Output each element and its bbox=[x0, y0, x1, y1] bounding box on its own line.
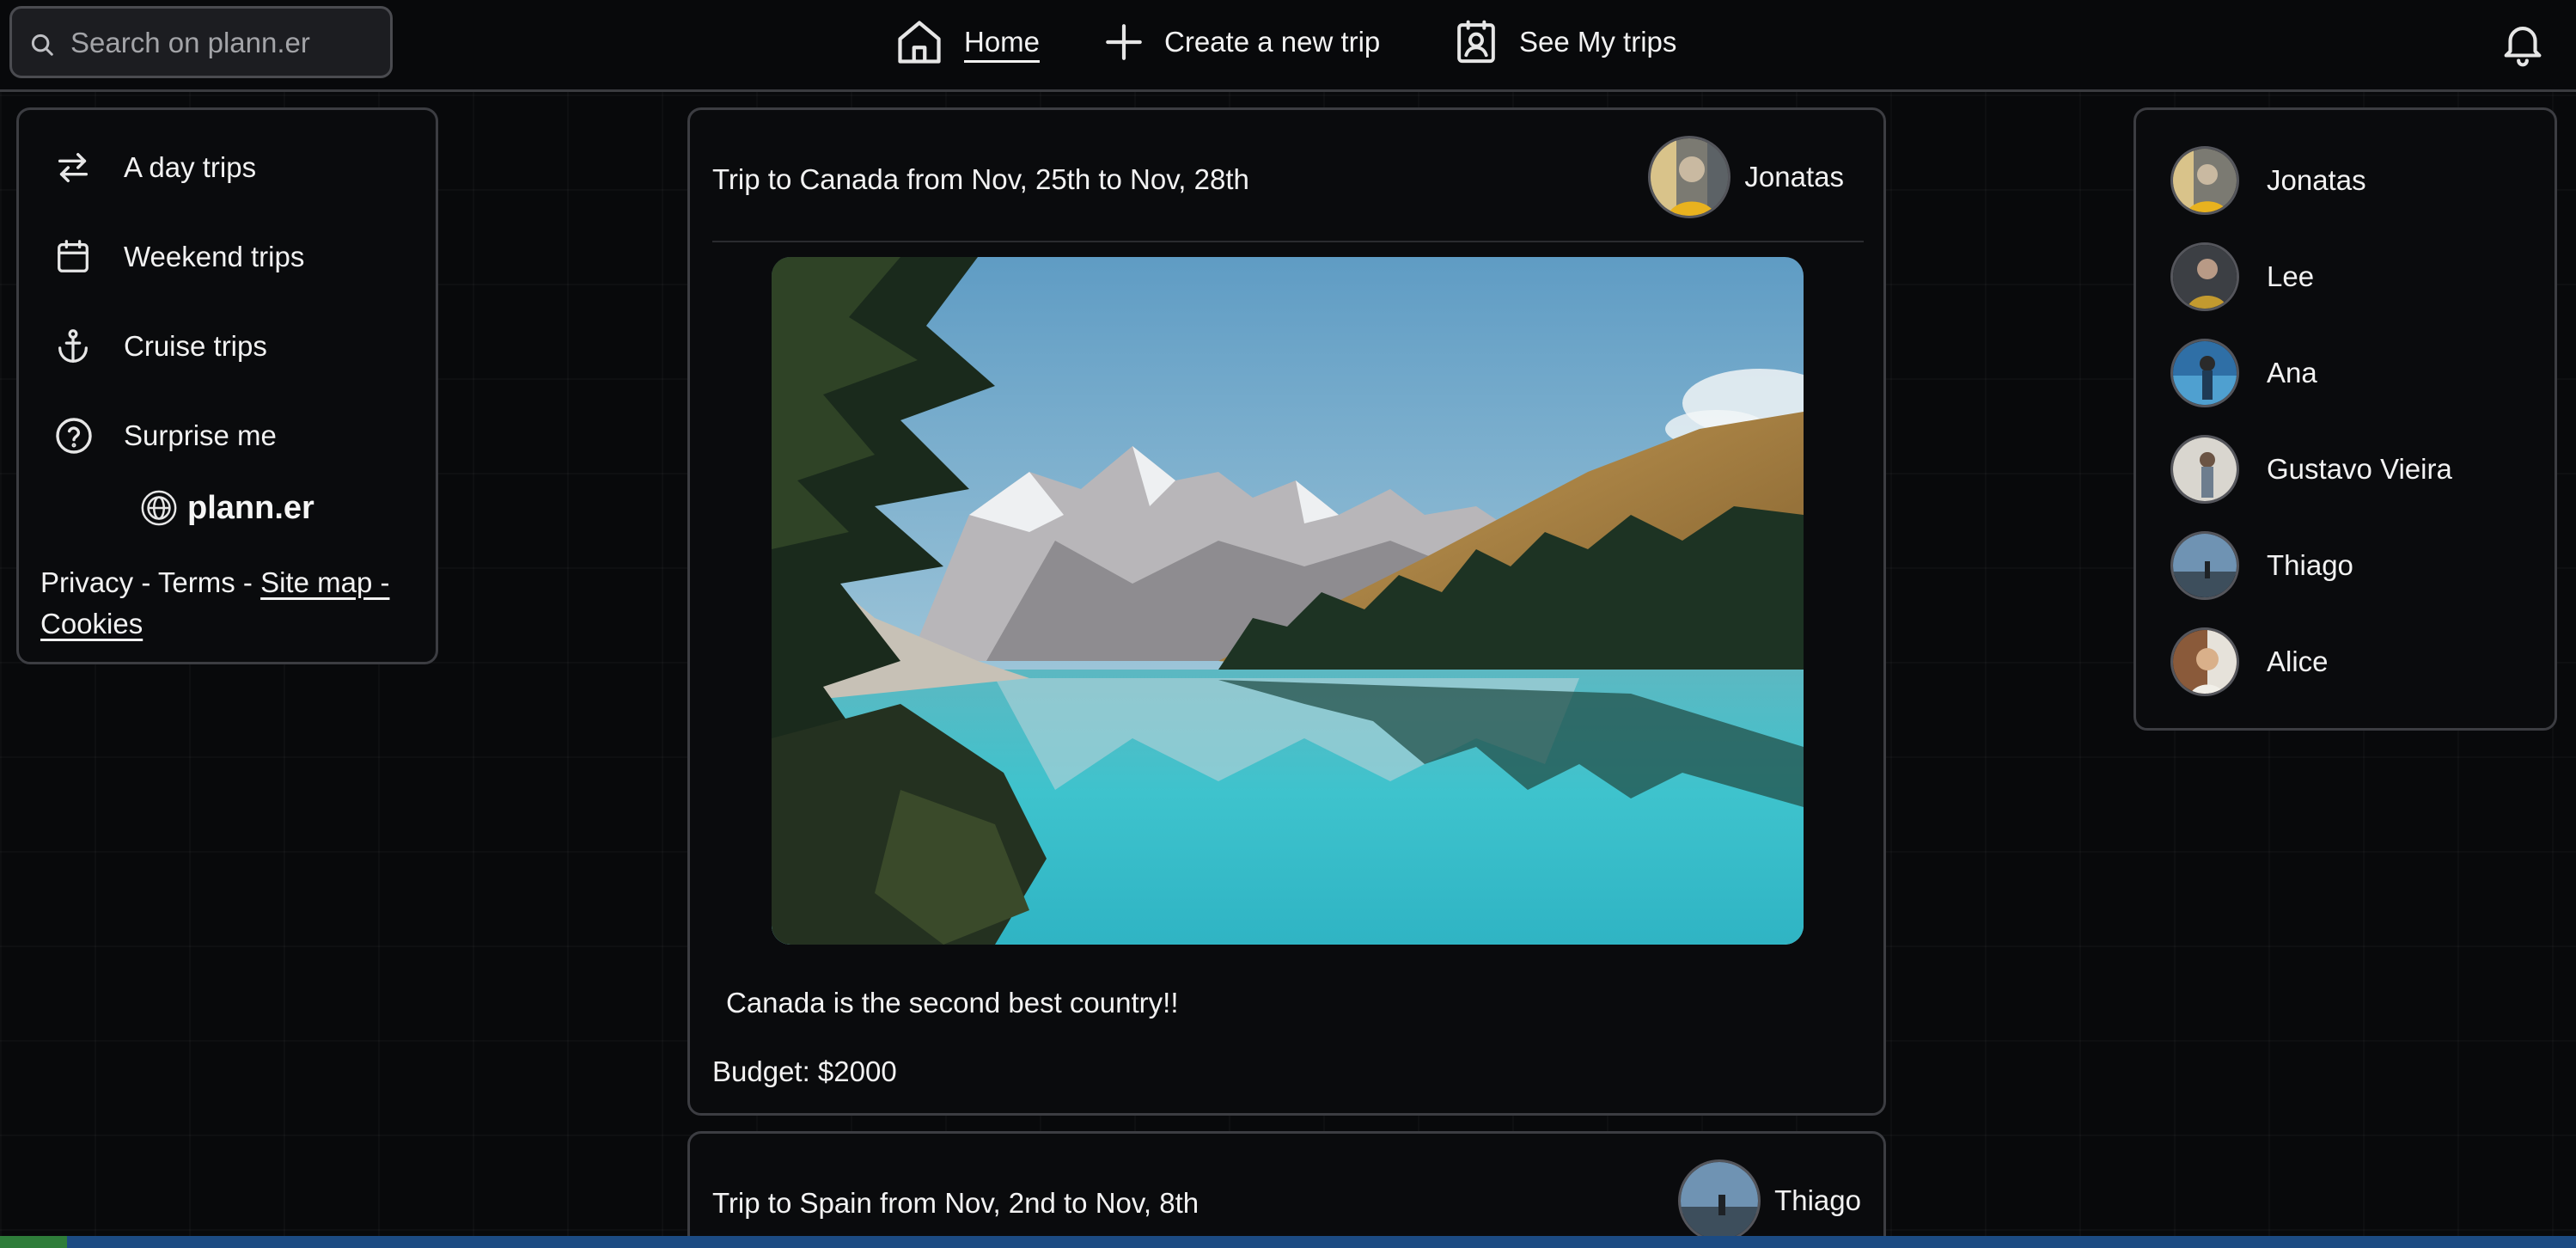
menu-item-label: A day trips bbox=[124, 151, 257, 183]
nav-my-trips-label: See My trips bbox=[1519, 26, 1677, 58]
globe-logo-icon bbox=[139, 488, 179, 528]
card-divider bbox=[712, 241, 1864, 242]
menu-item-cruise-trips[interactable]: Cruise trips bbox=[53, 316, 267, 376]
friend-name: Ana bbox=[2267, 357, 2317, 388]
menu-item-label: Surprise me bbox=[124, 419, 277, 451]
menu-item-day-trips[interactable]: A day trips bbox=[53, 138, 256, 198]
trip-post-card: Trip to Canada from Nov, 25th to Nov, 28… bbox=[687, 107, 1886, 1116]
author-name: Thiago bbox=[1774, 1184, 1861, 1216]
avatar bbox=[2170, 242, 2239, 311]
plus-icon bbox=[1102, 21, 1145, 64]
search-input[interactable] bbox=[69, 21, 382, 65]
friend-item[interactable]: Jonatas bbox=[2170, 144, 2366, 217]
friend-item[interactable]: Alice bbox=[2170, 626, 2329, 698]
friend-item[interactable]: Lee bbox=[2170, 241, 2314, 313]
privacy-link[interactable]: Privacy bbox=[40, 566, 133, 598]
footer-separator: - bbox=[133, 566, 158, 598]
editor-status-bar bbox=[0, 1236, 2576, 1248]
notifications-bell-icon[interactable] bbox=[2498, 16, 2548, 70]
nav-create-trip-link[interactable]: Create a new trip bbox=[1102, 15, 1380, 70]
trip-title[interactable]: Trip to Spain from Nov, 2nd to Nov, 8th bbox=[712, 1187, 1199, 1220]
trip-author[interactable]: Jonatas bbox=[1648, 136, 1844, 218]
calendar-icon bbox=[53, 237, 93, 277]
avatar bbox=[2170, 435, 2239, 504]
avatar bbox=[2170, 339, 2239, 407]
friend-item[interactable]: Gustavo Vieira bbox=[2170, 433, 2452, 505]
friends-sidebar: Jonatas Lee Ana Gustavo Vieira Thiago Al… bbox=[2133, 107, 2557, 731]
friend-name: Gustavo Vieira bbox=[2267, 453, 2452, 485]
menu-item-surprise-me[interactable]: Surprise me bbox=[53, 406, 277, 466]
friend-item[interactable]: Thiago bbox=[2170, 529, 2353, 602]
left-sidebar: A day trips Weekend trips Cruise trips S… bbox=[16, 107, 438, 664]
nav-create-label: Create a new trip bbox=[1164, 26, 1381, 58]
question-circle-icon bbox=[53, 415, 93, 456]
status-bar-remote-segment[interactable] bbox=[0, 1236, 67, 1248]
avatar bbox=[2170, 146, 2239, 215]
trip-budget: Budget: $2000 bbox=[712, 1055, 897, 1087]
menu-item-weekend-trips[interactable]: Weekend trips bbox=[53, 227, 304, 287]
home-icon bbox=[894, 15, 945, 69]
friend-name: Lee bbox=[2267, 260, 2315, 292]
friend-name: Jonatas bbox=[2267, 164, 2366, 196]
nav-home-link[interactable]: Home bbox=[894, 15, 1041, 70]
search-box[interactable] bbox=[9, 6, 393, 78]
terms-link[interactable]: Terms bbox=[158, 566, 235, 598]
cookies-link[interactable]: Cookies bbox=[40, 608, 143, 639]
site-map-link[interactable]: Site map - bbox=[260, 566, 389, 598]
brand-name: plann.er bbox=[187, 489, 314, 526]
avatar bbox=[1678, 1159, 1761, 1242]
friend-item[interactable]: Ana bbox=[2170, 337, 2317, 409]
brand-logo: plann.er bbox=[139, 488, 314, 528]
user-badge-icon bbox=[1452, 16, 1500, 68]
nav-my-trips-link[interactable]: See My trips bbox=[1452, 15, 1676, 70]
footer-separator: - bbox=[235, 566, 261, 598]
trip-photo[interactable] bbox=[772, 257, 1804, 945]
top-navbar: Home Create a new trip See My trips bbox=[0, 0, 2576, 92]
trip-author[interactable]: Thiago bbox=[1678, 1159, 1861, 1242]
friend-name: Alice bbox=[2267, 645, 2329, 677]
friend-name: Thiago bbox=[2267, 549, 2353, 581]
avatar bbox=[1648, 136, 1731, 218]
trip-post-card: Trip to Spain from Nov, 2nd to Nov, 8th … bbox=[687, 1131, 1886, 1248]
search-icon bbox=[29, 32, 55, 58]
avatar bbox=[2170, 627, 2239, 696]
anchor-icon bbox=[53, 325, 93, 368]
arrows-swap-icon bbox=[53, 148, 93, 187]
footer-links: Privacy - Terms - Site map - Cookies bbox=[40, 562, 418, 645]
trip-title[interactable]: Trip to Canada from Nov, 25th to Nov, 28… bbox=[712, 163, 1249, 196]
trip-caption: Canada is the second best country!! bbox=[726, 987, 1179, 1019]
menu-item-label: Cruise trips bbox=[124, 330, 267, 362]
author-name: Jonatas bbox=[1744, 161, 1844, 193]
nav-home-label: Home bbox=[964, 22, 1041, 63]
avatar bbox=[2170, 531, 2239, 600]
menu-item-label: Weekend trips bbox=[124, 241, 305, 272]
